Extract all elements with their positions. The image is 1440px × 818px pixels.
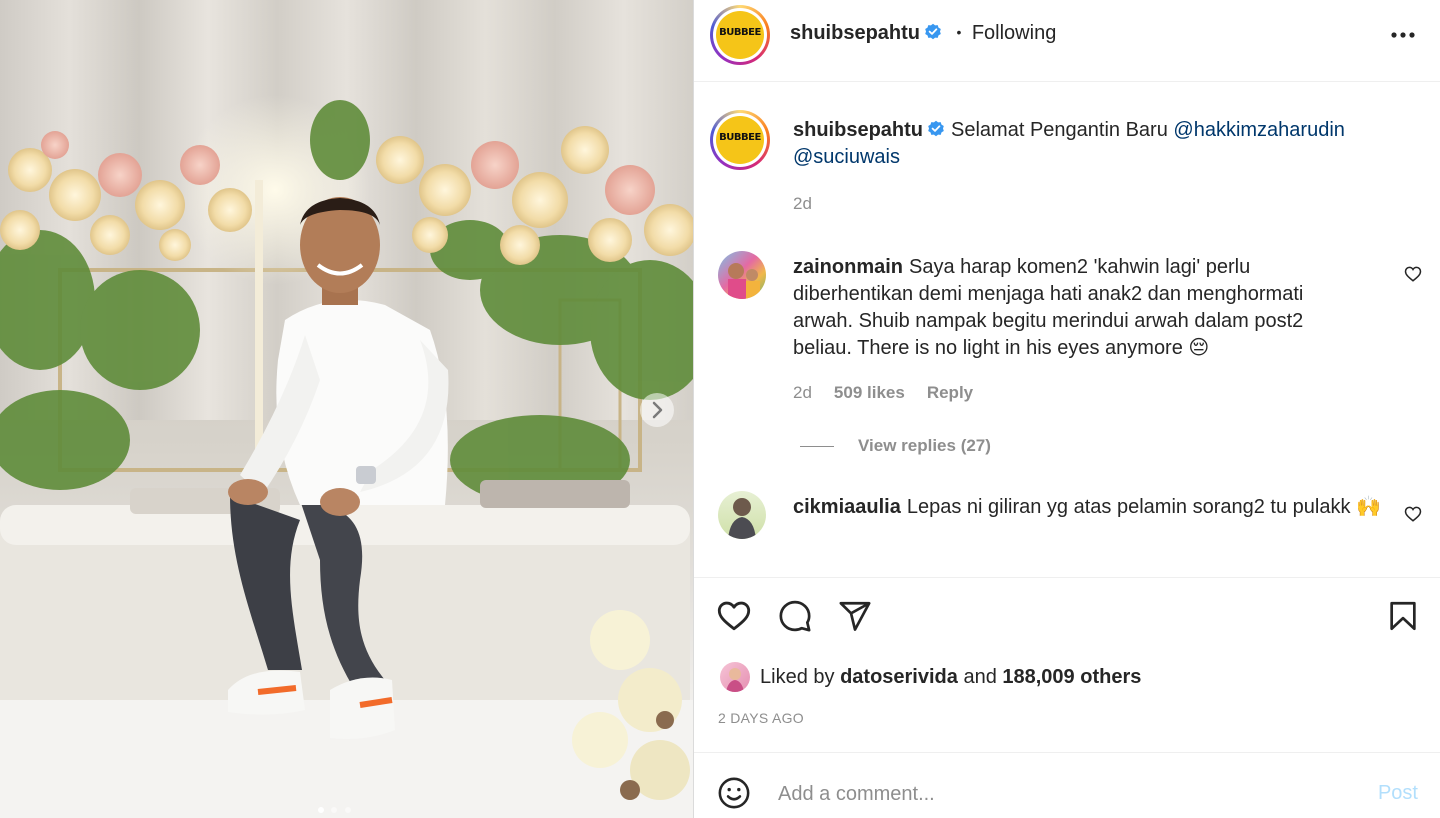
carousel-dots xyxy=(318,800,351,818)
like-heart-icon[interactable] xyxy=(716,598,752,634)
view-replies-line xyxy=(800,446,834,448)
verified-badge-icon xyxy=(925,23,941,40)
more-options-icon[interactable] xyxy=(1390,22,1416,53)
comment-body: cikmiaaulia Lepas ni giliran yg atas pela… xyxy=(793,494,1383,521)
caption-mention-1[interactable]: @hakkimzaharudin xyxy=(1173,119,1345,141)
actions-divider xyxy=(694,577,1440,578)
avatar-image xyxy=(728,498,756,539)
liked-by-middle: and xyxy=(957,666,1003,688)
caption: shuibsepahtu Selamat Pengantin Baru @hak… xyxy=(793,117,1393,171)
liked-by-user[interactable]: datoserivida xyxy=(840,666,958,688)
photo-scene xyxy=(0,0,693,818)
view-replies-button[interactable]: View replies (27) xyxy=(800,436,991,456)
comment-body: zainonmain Saya harap komen2 'kahwin lagi… xyxy=(793,254,1353,362)
avatar-logo-text: BUBBEE xyxy=(719,27,761,38)
author-username[interactable]: shuibsepahtu xyxy=(790,22,920,44)
liked-by-prefix: Liked by xyxy=(760,666,841,688)
caption-age[interactable]: 2d xyxy=(793,194,812,214)
header-separator: • xyxy=(956,24,962,40)
avatar-logo-text: BUBBEE xyxy=(719,132,761,143)
bookmark-icon[interactable] xyxy=(1386,598,1420,634)
comment-reply-button[interactable]: Reply xyxy=(927,383,973,402)
post-comment-button[interactable]: Post xyxy=(1378,782,1418,805)
carousel-dot xyxy=(344,807,351,813)
post-photo[interactable] xyxy=(0,0,693,818)
comment-like-heart-icon[interactable] xyxy=(1404,505,1422,523)
comment-meta: 2d 509 likes Reply xyxy=(793,383,973,403)
comment-likes[interactable]: 509 likes xyxy=(834,383,905,402)
liked-by-text: Liked by datoserivida and 188,009 others xyxy=(760,666,1141,689)
add-comment-input[interactable] xyxy=(778,778,1358,810)
comment-username[interactable]: zainonmain xyxy=(793,256,903,278)
commenter-avatar[interactable] xyxy=(718,251,766,299)
following-button[interactable]: Following xyxy=(972,22,1056,44)
caption-text: Selamat Pengantin Baru xyxy=(951,119,1174,141)
emoji-smiley-icon[interactable] xyxy=(717,776,751,810)
comment-text: Lepas ni giliran yg atas pelamin sorang2… xyxy=(906,496,1381,518)
comment-username[interactable]: cikmiaaulia xyxy=(793,496,901,518)
post-timestamp[interactable]: 2 DAYS AGO xyxy=(718,710,804,726)
carousel-dot-active xyxy=(318,807,324,813)
share-send-icon[interactable] xyxy=(838,599,872,633)
liker-avatar[interactable] xyxy=(720,662,750,692)
carousel-next-button[interactable] xyxy=(640,393,674,427)
author-avatar[interactable]: BUBBEE xyxy=(710,5,770,65)
carousel-dot xyxy=(331,807,338,813)
caption-username[interactable]: shuibsepahtu xyxy=(793,119,923,141)
view-replies-label: View replies (27) xyxy=(858,436,991,455)
more-dots-icon xyxy=(1391,32,1415,38)
liked-by-count[interactable]: 188,009 others xyxy=(1002,666,1141,688)
commenter-avatar[interactable] xyxy=(718,491,766,539)
avatar-image xyxy=(726,668,744,692)
post-details-panel: BUBBEE shuibsepahtu • Following BUBBEE s… xyxy=(694,0,1440,818)
caption-author-avatar[interactable]: BUBBEE xyxy=(710,110,770,170)
chevron-right-icon xyxy=(652,401,663,419)
post-header: BUBBEE shuibsepahtu • Following xyxy=(694,0,1440,82)
comment-like-heart-icon[interactable] xyxy=(1404,265,1422,283)
avatar-image xyxy=(728,263,760,299)
comment-box-divider xyxy=(694,752,1440,753)
comments-list[interactable]: BUBBEE shuibsepahtu Selamat Pengantin Ba… xyxy=(694,82,1440,577)
comment-bubble-icon[interactable] xyxy=(778,599,812,633)
comment-age[interactable]: 2d xyxy=(793,383,812,402)
caption-mention-2[interactable]: @suciuwais xyxy=(793,146,900,168)
verified-badge-icon xyxy=(928,120,944,137)
